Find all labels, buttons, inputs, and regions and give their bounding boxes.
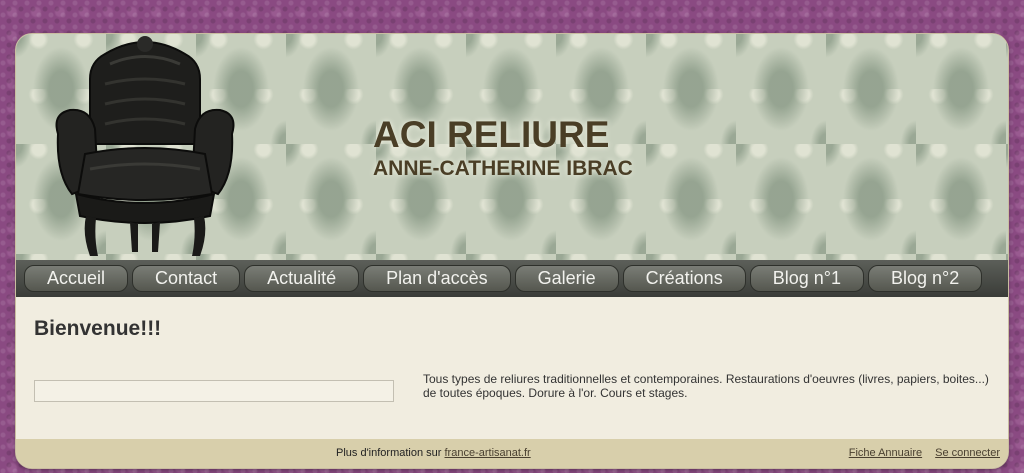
france-artisanat-link[interactable]: france-artisanat.fr [445, 447, 531, 459]
site-footer: Plus d'information sur france-artisanat.… [16, 439, 1008, 468]
armchair-icon [55, 36, 235, 256]
footer-links: Fiche Annuaire Se connecter [849, 447, 1000, 459]
page-heading: Bienvenue!!! [34, 317, 162, 340]
site-subtitle: ANNE-CATHERINE IBRAC [373, 157, 633, 180]
page-container: ACI RELIURE ANNE-CATHERINE IBRAC Accueil… [16, 34, 1008, 468]
nav-item-plan-acces[interactable]: Plan d'accès [363, 265, 511, 292]
main-navigation: Accueil Contact Actualité Plan d'accès G… [16, 260, 1008, 297]
site-header: ACI RELIURE ANNE-CATHERINE IBRAC [16, 34, 1008, 260]
media-placeholder [34, 380, 394, 402]
nav-item-galerie[interactable]: Galerie [514, 265, 619, 292]
site-title: ACI RELIURE [373, 114, 610, 155]
main-content: Bienvenue!!! Tous types de reliures trad… [16, 297, 1008, 439]
nav-item-blog-2[interactable]: Blog n°2 [867, 265, 983, 292]
nav-item-accueil[interactable]: Accueil [24, 265, 129, 292]
nav-item-contact[interactable]: Contact [132, 265, 241, 292]
nav-item-creations[interactable]: Créations [622, 265, 746, 292]
login-link[interactable]: Se connecter [935, 447, 1000, 459]
footer-info: Plus d'information sur france-artisanat.… [336, 447, 531, 459]
directory-link[interactable]: Fiche Annuaire [849, 447, 922, 459]
nav-item-actualite[interactable]: Actualité [244, 265, 360, 292]
nav-item-blog-1[interactable]: Blog n°1 [749, 265, 864, 292]
footer-info-prefix: Plus d'information sur [336, 447, 442, 459]
site-description: Tous types de reliures traditionnelles e… [423, 372, 989, 400]
